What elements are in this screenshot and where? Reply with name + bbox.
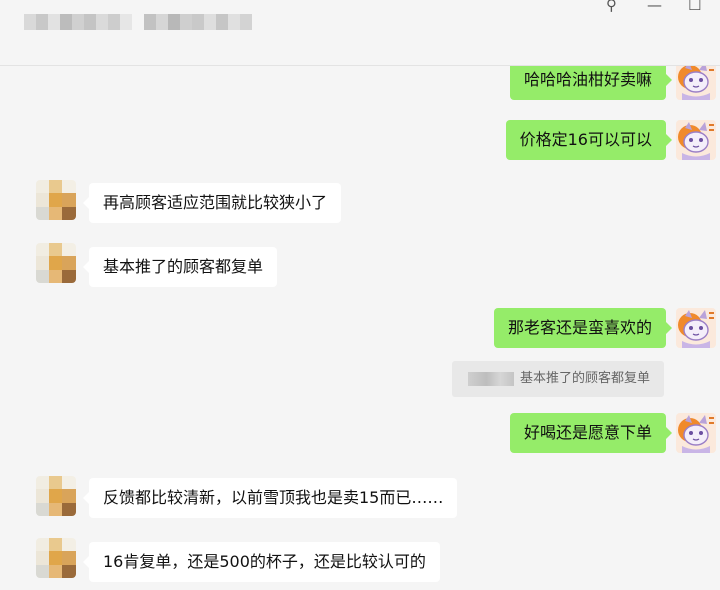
pin-icon[interactable]: ⚲: [606, 0, 617, 13]
message-bubble-received[interactable]: 再高顾客适应范围就比较狭小了: [82, 183, 342, 223]
chat-header: ⚲ — ☐: [0, 0, 720, 66]
minimize-icon[interactable]: —: [647, 0, 662, 13]
message-bubble-received[interactable]: 反馈都比较清新，以前雪顶我也是卖15而已……: [82, 478, 458, 518]
chat-area[interactable]: 哈哈哈油柑好卖嘛 价格定16可以可以 再高顾客适应范围就比较狭小了 基本推了的顾…: [0, 66, 720, 590]
contact-avatar[interactable]: [36, 180, 76, 220]
quoted-text: 基本推了的顾客都复单: [519, 371, 650, 386]
contact-name-redacted: [24, 14, 252, 30]
quoted-sender-redacted: [467, 371, 514, 386]
self-avatar[interactable]: [676, 120, 716, 160]
contact-avatar[interactable]: [36, 243, 76, 283]
message-bubble-received[interactable]: 16肯复单，还是500的杯子，还是比较认可的: [83, 542, 440, 582]
message-bubble-sent[interactable]: 那老客还是蛮喜欢的: [493, 308, 673, 348]
contact-avatar[interactable]: [36, 476, 76, 516]
message-bubble-sent[interactable]: 哈哈哈油柑好卖嘛: [509, 66, 673, 100]
message-bubble-received[interactable]: 基本推了的顾客都复单: [82, 247, 278, 287]
message-bubble-sent[interactable]: 好喝还是愿意下单: [509, 413, 673, 453]
contact-avatar[interactable]: [36, 538, 76, 578]
self-avatar[interactable]: [676, 308, 716, 348]
maximize-icon[interactable]: ☐: [688, 0, 701, 13]
self-avatar[interactable]: [676, 413, 716, 453]
quoted-message[interactable]: 基本推了的顾客都复单: [451, 361, 664, 397]
message-bubble-sent[interactable]: 价格定16可以可以: [505, 120, 673, 160]
self-avatar[interactable]: [676, 66, 716, 100]
